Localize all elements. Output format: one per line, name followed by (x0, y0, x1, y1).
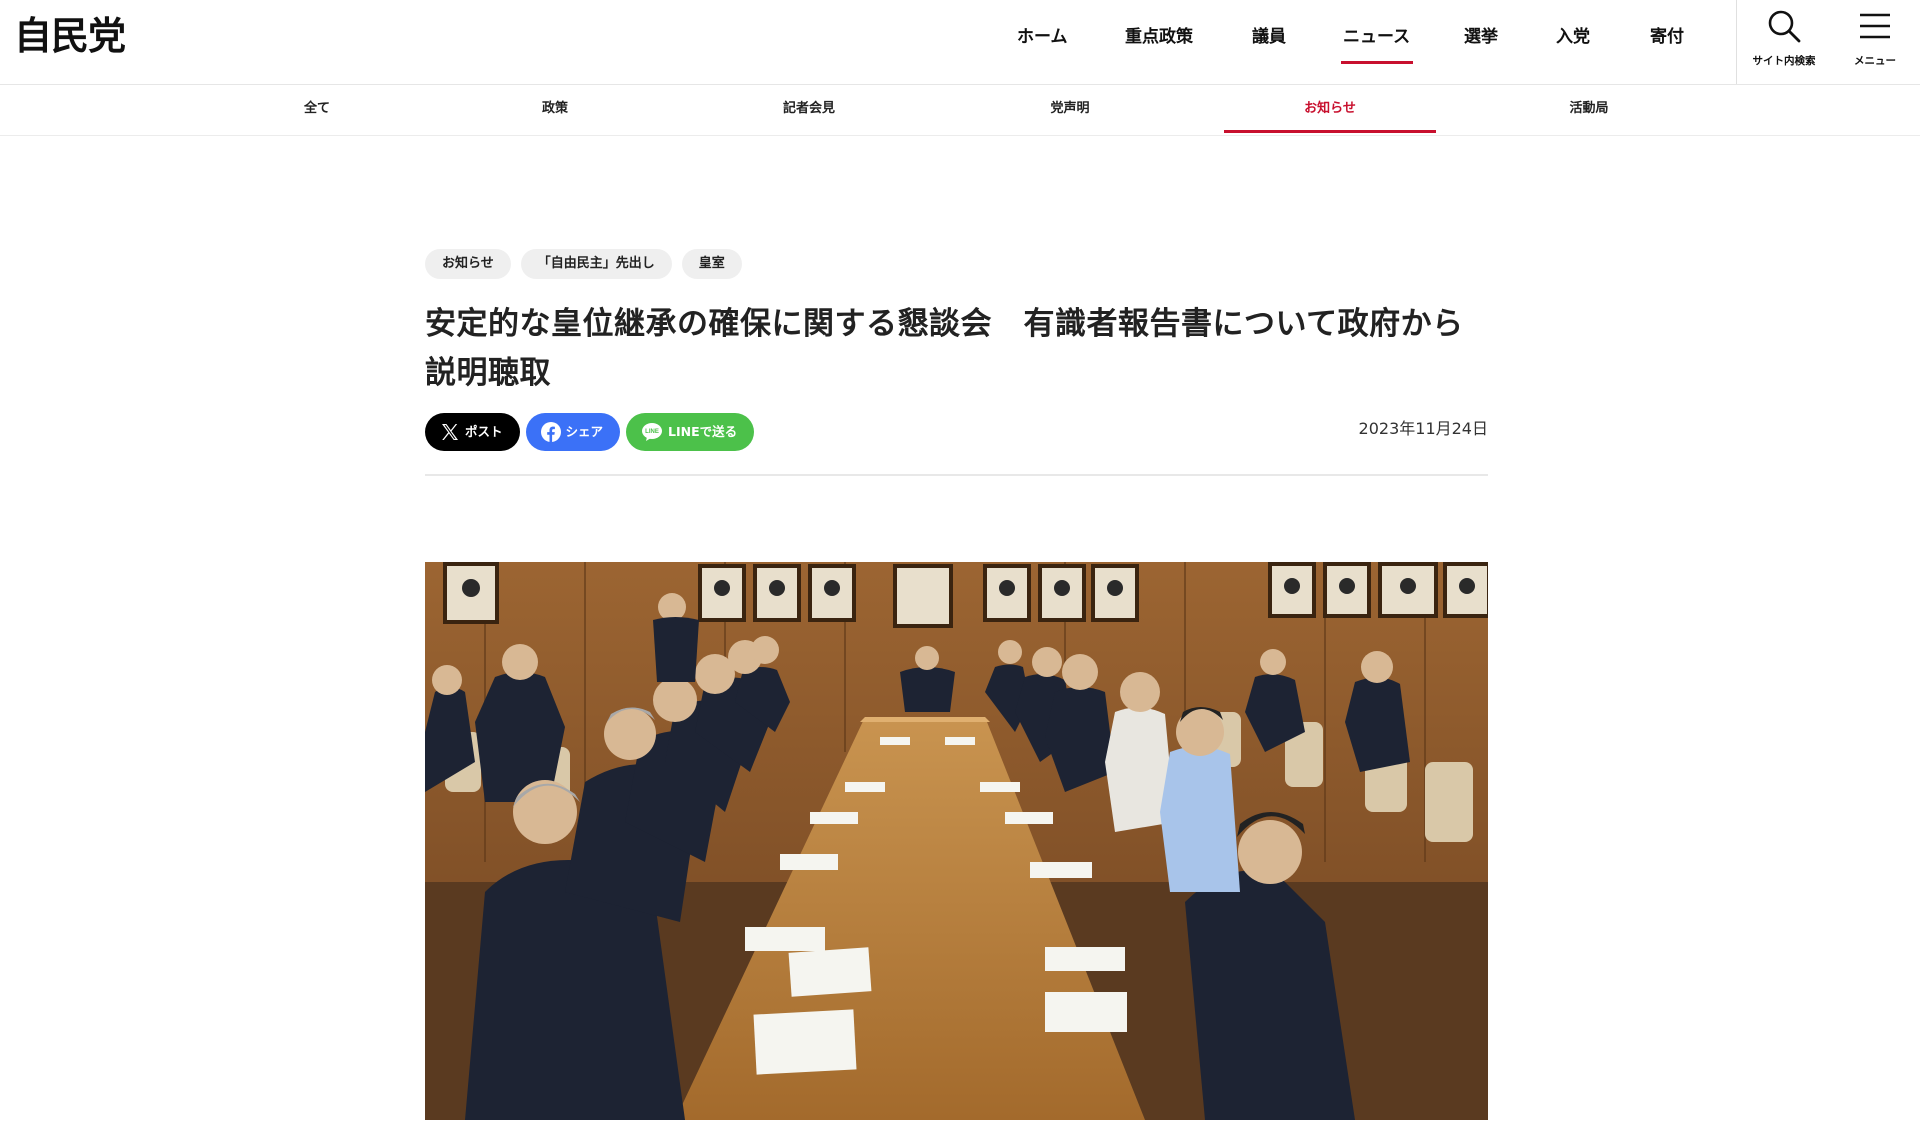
subnav-party-statement[interactable]: 党声明 (975, 85, 1165, 133)
menu-label: メニュー (1854, 55, 1896, 67)
facebook-icon (540, 421, 561, 442)
tag-jiyu-minshu[interactable]: 「自由民主」先出し (520, 249, 672, 279)
subnav-all[interactable]: 全て (222, 85, 412, 133)
share-x-label: ポスト (465, 424, 503, 439)
share-facebook-label: シェア (565, 424, 604, 439)
article-title: 安定的な皇位継承の確保に関する懇談会 有識者報告書について政府から 説明聴取 (425, 300, 1495, 398)
article-tags: お知らせ 「自由民主」先出し 皇室 (425, 249, 752, 279)
site-header: 自民党 ホーム 重点政策 議員 ニュース 選挙 入党 寄付 サイト内検索 メニュ… (0, 0, 1920, 85)
title-divider (425, 474, 1488, 476)
meeting-photo-illustration (425, 562, 1488, 1120)
share-line-button[interactable]: LINE LINEで送る (626, 413, 755, 451)
site-logo[interactable]: 自民党 (14, 16, 126, 56)
share-line-label: LINEで送る (668, 424, 738, 439)
nav-home[interactable]: ホーム (1017, 26, 1068, 48)
search-icon (1768, 10, 1801, 43)
nav-active-underline (1341, 61, 1413, 64)
share-buttons: ポスト シェア LINE LINEで送る (425, 413, 760, 451)
news-category-nav: 全て 政策 記者会見 党声明 お知らせ 活動局 (0, 85, 1920, 136)
menu-button[interactable]: メニュー (1832, 6, 1918, 72)
nav-key-policies[interactable]: 重点政策 (1125, 26, 1193, 48)
line-icon: LINE (642, 422, 663, 441)
article-title-line1: 安定的な皇位継承の確保に関する懇談会 有識者報告書について政府から (425, 306, 1464, 342)
line-icon-text: LINE (645, 429, 659, 435)
hamburger-menu-icon (1860, 13, 1890, 39)
header-divider (1736, 0, 1737, 84)
meeting-photo (425, 562, 1488, 1120)
share-facebook-button[interactable]: シェア (525, 413, 621, 451)
nav-join[interactable]: 入党 (1556, 26, 1590, 48)
site-search-button[interactable]: サイト内検索 (1741, 6, 1827, 72)
subnav-press-conference[interactable]: 記者会見 (714, 85, 904, 133)
share-x-button[interactable]: ポスト (425, 413, 520, 451)
tag-notices[interactable]: お知らせ (425, 249, 511, 279)
tag-imperial-family[interactable]: 皇室 (681, 249, 742, 279)
subnav-policy[interactable]: 政策 (460, 85, 650, 133)
nav-donate[interactable]: 寄付 (1650, 26, 1684, 48)
x-logo-icon (442, 423, 458, 440)
nav-members[interactable]: 議員 (1252, 26, 1286, 48)
site-search-label: サイト内検索 (1752, 55, 1816, 67)
publish-date: 2023年11月24日 (1358, 419, 1488, 438)
nav-elections[interactable]: 選挙 (1464, 26, 1498, 48)
subnav-activity-bureau[interactable]: 活動局 (1494, 85, 1684, 133)
nav-news[interactable]: ニュース (1343, 26, 1410, 48)
article-title-line2: 説明聴取 (425, 355, 551, 391)
subnav-notices[interactable]: お知らせ (1224, 85, 1436, 133)
